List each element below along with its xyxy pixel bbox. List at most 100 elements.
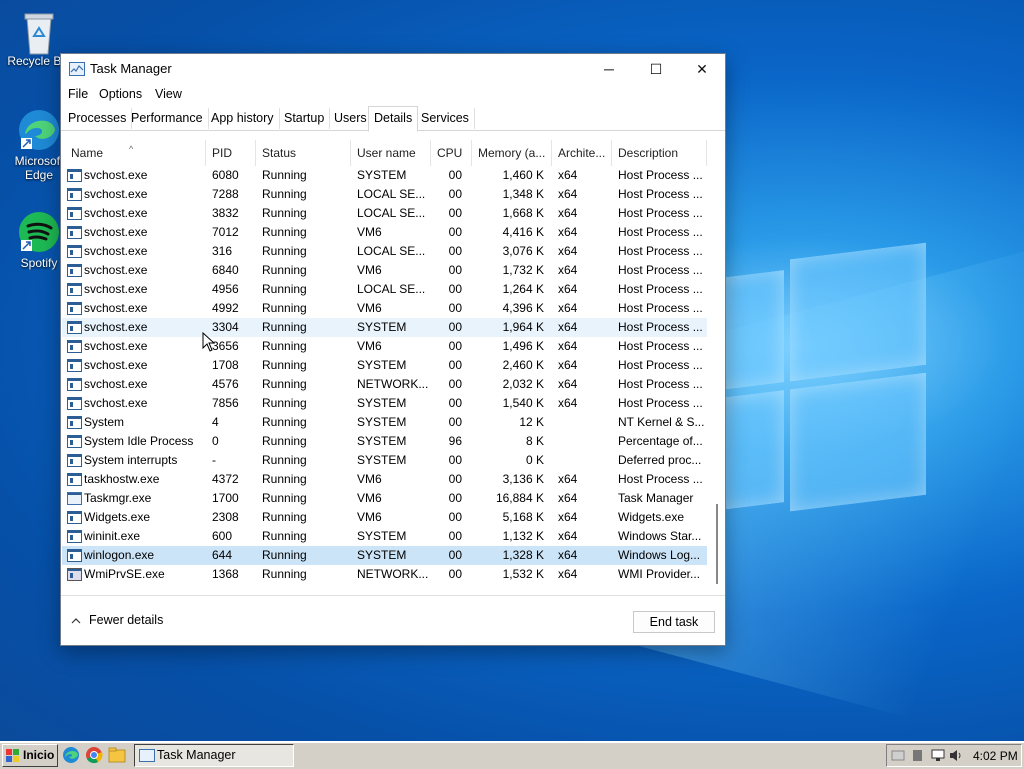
cell-cpu: 00 bbox=[448, 263, 462, 277]
cell-name: svchost.exe bbox=[84, 396, 148, 410]
table-row[interactable]: Taskmgr.exe 1700 Running VM6 00 16,884 K x64 Ta… bbox=[62, 489, 707, 508]
tray-square-icon[interactable] bbox=[911, 749, 925, 762]
table-row[interactable]: svchost.exe 4956 Running LOCAL SE... 00 1,264… bbox=[62, 280, 707, 299]
cell-name: wininit.exe bbox=[84, 529, 141, 543]
cell-user-name: LOCAL SE... bbox=[357, 244, 426, 258]
clock[interactable]: 4:02 PM bbox=[973, 749, 1018, 763]
table-row[interactable]: Widgets.exe 2308 Running VM6 00 5,168 K x64 Wid… bbox=[62, 508, 707, 527]
cell-description: Deferred proc... bbox=[618, 453, 702, 467]
cell-architecture: x64 bbox=[558, 301, 578, 315]
column-header-name[interactable]: ^ Name bbox=[62, 140, 206, 166]
tab-startup[interactable]: Startup bbox=[279, 108, 331, 129]
tab-performance[interactable]: Performance bbox=[126, 108, 209, 129]
column-header-description[interactable]: Description bbox=[612, 140, 707, 166]
cell-architecture: x64 bbox=[558, 225, 578, 239]
title-bar[interactable]: Task Manager ─ ☐ ✕ bbox=[61, 54, 725, 84]
column-header-pid[interactable]: PID bbox=[206, 140, 256, 166]
table-row-selected[interactable]: winlogon.exe 644 Running SYSTEM 00 1,328 K x64… bbox=[62, 546, 707, 565]
table-row[interactable]: svchost.exe 4992 Running VM6 00 4,396 K x64 Hos… bbox=[62, 299, 707, 318]
minimize-button[interactable]: ─ bbox=[586, 54, 632, 84]
cell-architecture: x64 bbox=[558, 510, 578, 524]
cell-name: System bbox=[84, 415, 125, 429]
table-row[interactable]: svchost.exe 3304 Running SYSTEM 00 1,964 K x64… bbox=[62, 318, 707, 337]
edge-icon[interactable] bbox=[62, 746, 80, 764]
column-header-user-name[interactable]: User name bbox=[351, 140, 431, 166]
cell-memory: 1,964 K bbox=[502, 320, 544, 334]
cell-user-name: LOCAL SE... bbox=[357, 282, 426, 296]
table-row[interactable]: svchost.exe 7856 Running SYSTEM 00 1,540 K x64… bbox=[62, 394, 707, 413]
table-row[interactable]: svchost.exe 4576 Running NETWORK... 00 2,032 … bbox=[62, 375, 707, 394]
volume-icon[interactable] bbox=[949, 749, 963, 762]
table-row[interactable]: svchost.exe 7288 Running LOCAL SE... 00 1,348… bbox=[62, 185, 707, 204]
tray-app-icon[interactable] bbox=[891, 749, 905, 762]
cell-description: Host Process ... bbox=[618, 225, 703, 239]
table-row[interactable]: svchost.exe 1708 Running SYSTEM 00 2,460 K x64… bbox=[62, 356, 707, 375]
vertical-scrollbar[interactable] bbox=[708, 140, 724, 594]
close-button[interactable]: ✕ bbox=[679, 54, 725, 84]
cell-description: Host Process ... bbox=[618, 339, 703, 353]
end-task-button[interactable]: End task bbox=[633, 611, 715, 633]
cell-memory: 3,136 K bbox=[502, 472, 544, 486]
table-row[interactable]: taskhostw.exe 4372 Running VM6 00 3,136 K x64 H… bbox=[62, 470, 707, 489]
file-explorer-icon[interactable] bbox=[108, 746, 126, 764]
table-row[interactable]: svchost.exe 6840 Running VM6 00 1,732 K x64 Hos… bbox=[62, 261, 707, 280]
table-row[interactable]: wininit.exe 600 Running SYSTEM 00 1,132 K x64 W… bbox=[62, 527, 707, 546]
tab-processes[interactable]: Processes bbox=[63, 108, 133, 129]
cell-architecture bbox=[558, 413, 608, 432]
menu-view[interactable]: View bbox=[155, 87, 182, 101]
maximize-button[interactable]: ☐ bbox=[633, 54, 679, 84]
cell-description: Host Process ... bbox=[618, 472, 703, 486]
task-manager-icon bbox=[69, 62, 85, 76]
scrollbar-thumb[interactable] bbox=[716, 504, 718, 584]
tab-users[interactable]: Users bbox=[329, 108, 373, 129]
windows-logo-wallpaper bbox=[720, 233, 926, 518]
cell-memory: 1,668 K bbox=[502, 206, 544, 220]
tab-services[interactable]: Services bbox=[416, 108, 475, 129]
menu-file[interactable]: File bbox=[68, 87, 88, 101]
fewer-details-button[interactable]: Fewer details bbox=[71, 613, 163, 627]
table-row[interactable]: WmiPrvSE.exe 1368 Running NETWORK... 00 1,532… bbox=[62, 565, 707, 584]
process-icon bbox=[67, 473, 82, 486]
cell-status: Running bbox=[262, 434, 307, 448]
cell-user-name: SYSTEM bbox=[357, 529, 407, 543]
cell-memory: 3,076 K bbox=[502, 244, 544, 258]
table-row[interactable]: svchost.exe 3832 Running LOCAL SE... 00 1,668… bbox=[62, 204, 707, 223]
cell-pid: 2308 bbox=[212, 510, 239, 524]
column-header-architecture[interactable]: Archite... bbox=[552, 140, 612, 166]
cell-architecture: x64 bbox=[558, 529, 578, 543]
taskbar-task-manager-button[interactable]: Task Manager bbox=[134, 744, 294, 767]
chrome-icon[interactable] bbox=[85, 746, 103, 764]
cell-architecture: x64 bbox=[558, 244, 578, 258]
tab-app-history[interactable]: App history bbox=[206, 108, 280, 129]
cell-pid: 4 bbox=[212, 415, 219, 429]
cell-pid: 3656 bbox=[212, 339, 239, 353]
cell-pid: 7856 bbox=[212, 396, 239, 410]
cell-cpu: 00 bbox=[448, 548, 462, 562]
cell-cpu: 00 bbox=[448, 187, 462, 201]
process-icon bbox=[67, 264, 82, 277]
network-icon[interactable] bbox=[931, 749, 945, 762]
cell-memory: 1,460 K bbox=[502, 168, 544, 182]
table-row[interactable]: svchost.exe 316 Running LOCAL SE... 00 3,076 … bbox=[62, 242, 707, 261]
cell-status: Running bbox=[262, 396, 307, 410]
menu-options[interactable]: Options bbox=[99, 87, 142, 101]
table-row[interactable]: System Idle Process 0 Running SYSTEM 96 8 K Pe… bbox=[62, 432, 707, 451]
table-row[interactable]: System interrupts - Running SYSTEM 00 0 K Defe… bbox=[62, 451, 707, 470]
column-header-status[interactable]: Status bbox=[256, 140, 351, 166]
table-row[interactable]: svchost.exe 7012 Running VM6 00 4,416 K x64 Hos… bbox=[62, 223, 707, 242]
cell-pid: 1700 bbox=[212, 491, 239, 505]
table-row[interactable]: svchost.exe 3656 Running VM6 00 1,496 K x64 Hos… bbox=[62, 337, 707, 356]
cell-status: Running bbox=[262, 244, 307, 258]
column-header-cpu[interactable]: CPU bbox=[431, 140, 472, 166]
cell-cpu: 00 bbox=[448, 453, 462, 467]
process-list: svchost.exe 6080 Running SYSTEM 00 1,460 K x64… bbox=[62, 166, 707, 594]
start-button[interactable]: Inicio bbox=[2, 744, 58, 767]
tab-details[interactable]: Details bbox=[368, 106, 419, 132]
cell-status: Running bbox=[262, 339, 307, 353]
table-row[interactable]: System 4 Running SYSTEM 00 12 K NT Kernel & S.… bbox=[62, 413, 707, 432]
process-icon bbox=[67, 511, 82, 524]
column-header-memory[interactable]: Memory (a... bbox=[472, 140, 552, 166]
cell-user-name: SYSTEM bbox=[357, 320, 407, 334]
cell-status: Running bbox=[262, 225, 307, 239]
table-row[interactable]: svchost.exe 6080 Running SYSTEM 00 1,460 K x64… bbox=[62, 166, 707, 185]
